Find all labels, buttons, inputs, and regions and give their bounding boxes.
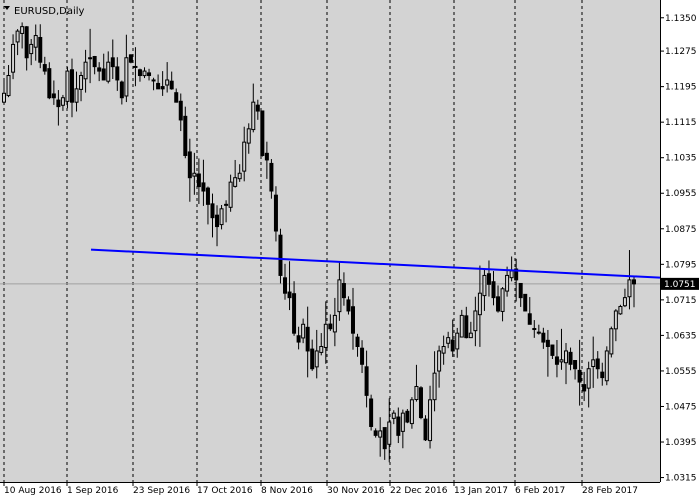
- y-tick-label: 1.0875: [665, 225, 697, 235]
- price-axis[interactable]: 1.0315 1.0395 1.0475 1.0555 1.0635 1.0715 1.07…: [660, 0, 697, 484]
- time-axis[interactable]: 10 Aug 2016 1 Sep 2016 23 Sep 2016 17 Oct 2…: [0, 482, 660, 496]
- chart-title: EURUSD,Daily: [14, 6, 85, 17]
- chart-svg[interactable]: 1.0315 1.0395 1.0475 1.0555 1.0635 1.0715 1.07…: [0, 0, 700, 500]
- x-tick-label: 28 Feb 2017: [582, 486, 638, 496]
- x-tick-label: 30 Nov 2016: [327, 486, 385, 496]
- candle: [604, 346, 609, 386]
- candle: [609, 326, 614, 358]
- x-tick-label: 8 Nov 2016: [261, 486, 313, 496]
- x-tick-label: 22 Dec 2016: [390, 486, 448, 496]
- candle: [405, 409, 410, 424]
- x-tick-label: 23 Sep 2016: [133, 486, 190, 496]
- y-tick-label: 1.0315: [665, 474, 697, 484]
- y-tick-label: 1.0475: [665, 402, 697, 412]
- y-tick-label: 1.1350: [665, 14, 697, 24]
- candle: [278, 228, 283, 284]
- x-tick-label: 1 Sep 2016: [67, 486, 119, 496]
- x-tick-label: 17 Oct 2016: [197, 486, 253, 496]
- y-tick-label: 1.0395: [665, 438, 697, 448]
- y-tick-label: 1.1035: [665, 154, 697, 164]
- current-price-tag: 1.0751: [661, 277, 699, 290]
- x-tick-label: 13 Jan 2017: [454, 486, 508, 496]
- candle: [418, 386, 423, 420]
- y-tick-label: 1.1195: [665, 83, 697, 93]
- candle: [523, 293, 528, 312]
- candle: [369, 394, 374, 431]
- x-tick-label: 6 Feb 2017: [515, 486, 565, 496]
- chart-window[interactable]: 1.0315 1.0395 1.0475 1.0555 1.0635 1.0715 1.07…: [0, 0, 700, 500]
- candle: [423, 415, 428, 442]
- candle: [260, 110, 265, 157]
- chart-title-group[interactable]: EURUSD,Daily: [4, 6, 85, 17]
- y-tick-label: 1.0635: [665, 331, 697, 341]
- y-tick-label: 1.1275: [665, 47, 697, 57]
- candle: [618, 304, 623, 315]
- x-tick-label: 10 Aug 2016: [4, 486, 62, 496]
- y-tick-label: 1.0795: [665, 260, 697, 270]
- price-tag-label: 1.0751: [664, 280, 696, 290]
- candle: [409, 397, 414, 429]
- y-tick-label: 1.1115: [665, 118, 697, 128]
- y-tick-label: 1.0555: [665, 367, 697, 377]
- y-tick-label: 1.0955: [665, 189, 697, 199]
- y-tick-label: 1.0715: [665, 296, 697, 306]
- candle: [128, 54, 133, 64]
